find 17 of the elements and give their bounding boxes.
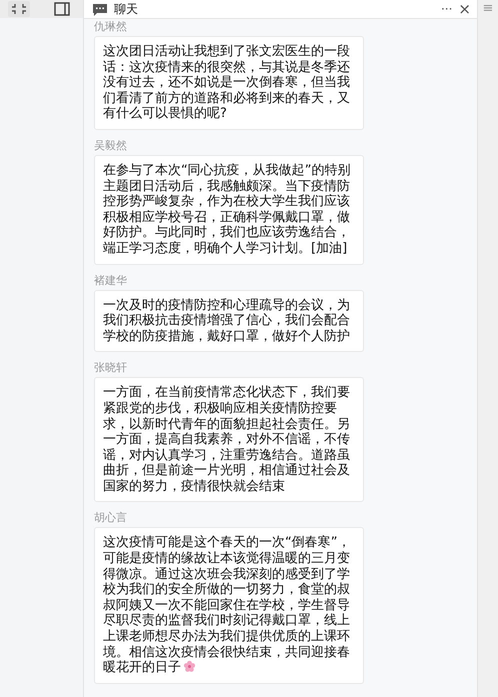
sender-name: 仇琳然 [94, 19, 128, 34]
flower-icon [183, 660, 196, 674]
collapse-icon[interactable] [8, 1, 30, 17]
close-button[interactable]: × [458, 1, 471, 17]
chat-icon [92, 2, 108, 16]
sender-name: 张晓轩 [94, 360, 128, 376]
sender-name: 胡心言 [94, 510, 128, 526]
chat-title: 聊天 [114, 0, 138, 18]
message-bubble: 一次及时的疫情防控和心理疏导的会议，为我们积极抗击疫情增强了信心，我们会配合学校的防疫措施，戴好口罩，做好个人防护 [94, 290, 364, 352]
sender-name: 褚建华 [94, 272, 128, 288]
message-bubble: 这次疫情可能是这个春天的一次“倒春寒”，可能是疫情的缘故让本该觉得温暖的三月变得微凉。通过这次班会我深刻的感受到了学校为我们的安全所做的一切努力，食堂的叔叔阿姨又一次不能回家住在学校，学生督导尽职尽责的监督我们时刻记得戴口罩，线上上课老师想尽办法为我们提供优质的上课环境。相信这次疫情会很快结束，共同迎接春暖花开的日子 [94, 527, 364, 684]
message-bubble: 这次团日活动让我想到了张文宏医生的一段话：这次疫情来的很突然，与其说是冬季还没有过去，还不如说是一次倒春寒，但当我们看清了前方的道路和必将到来的春天，又有什么可以畏惧的呢? [94, 36, 364, 130]
more-button[interactable]: ··· [440, 1, 452, 17]
sender-name: 吴毅然 [94, 138, 128, 153]
message-bubble: 在参与了本次“同心抗疫，从我做起”的特别主题团日活动后，我感触颇深。当下疫情防控形势严峻复杂，作为在校大学生我们应该积极相应学校号召，正确科学佩戴口罩，做好防护。与此同时，我们也应该劳逸结合，端正学习态度，明确个人学习计划。[加油] [94, 154, 364, 265]
message-bubble: 一方面，在当前疫情常态化状态下，我们要紧跟党的步伐，积极响应相关疫情防控要求，以新时代青年的面貌担起社会责任。另一方面，提高自我素养，对外不信谣，不传谣，对内认真学习，注重劳逸结合。道路虽曲折，但是前途一片光明，相信通过社会及国家的努力，疫情很快就会结束 [94, 377, 364, 502]
panel-icon[interactable] [54, 2, 70, 16]
